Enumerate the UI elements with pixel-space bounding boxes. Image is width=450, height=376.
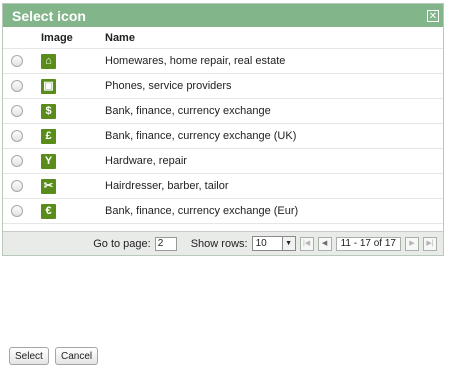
rows-per-page-value: 10	[255, 238, 267, 249]
cancel-button[interactable]: Cancel	[55, 347, 99, 365]
wrench-icon: Y	[41, 153, 56, 169]
house-icon: ⌂	[41, 53, 56, 69]
table-header-row: Image Name	[3, 27, 443, 49]
table-row[interactable]: ▣ Phones, service providers	[3, 73, 443, 99]
radio-column-header	[3, 27, 31, 49]
next-page-icon[interactable]: ▶	[405, 236, 419, 251]
row-name: Phones, service providers	[105, 73, 443, 99]
table-row[interactable]: ⌂ Homewares, home repair, real estate	[3, 48, 443, 74]
page-range-text: 11 - 17 of 17	[335, 236, 401, 251]
pound-icon: £	[41, 128, 56, 144]
scissors-icon: ✂	[41, 178, 56, 194]
row-radio[interactable]	[11, 130, 23, 143]
show-rows-label: Show rows:	[190, 237, 248, 250]
previous-page-icon[interactable]: ◀	[317, 236, 332, 251]
select-icon-dialog: Select icon ✕ Image Name ⌂ Homewares, ho…	[2, 3, 444, 256]
first-page-icon[interactable]: |◀	[299, 236, 314, 251]
icon-table: Image Name ⌂ Homewares, home repair, rea…	[3, 27, 443, 224]
row-name: Hardware, repair	[105, 148, 443, 174]
row-radio[interactable]	[11, 205, 23, 218]
chevron-down-icon[interactable]: ▼	[281, 237, 295, 250]
row-radio[interactable]	[11, 80, 23, 93]
go-to-page-label: Go to page:	[93, 237, 151, 250]
row-name: Bank, finance, currency exchange (Eur)	[105, 198, 443, 224]
image-column-header: Image	[31, 27, 105, 49]
row-radio[interactable]	[11, 180, 23, 193]
row-radio[interactable]	[11, 55, 23, 68]
euro-icon: €	[41, 203, 56, 219]
last-page-icon[interactable]: ▶|	[423, 236, 437, 251]
table-row[interactable]: Y Hardware, repair	[3, 148, 443, 174]
row-radio[interactable]	[11, 105, 23, 118]
row-name: Bank, finance, currency exchange	[105, 98, 443, 124]
close-icon[interactable]: ✕	[427, 9, 439, 22]
table-row[interactable]: $ Bank, finance, currency exchange	[3, 98, 443, 124]
pagination-bar: Go to page: 2 Show rows: 10 ▼ |◀ ◀ 11 - …	[3, 231, 443, 255]
dialog-title: Select icon	[12, 7, 86, 24]
row-name: Bank, finance, currency exchange (UK)	[105, 123, 443, 149]
select-button[interactable]: Select	[9, 347, 49, 365]
row-name: Homewares, home repair, real estate	[105, 48, 443, 74]
row-radio[interactable]	[11, 155, 23, 168]
rows-per-page-select[interactable]: 10 ▼	[251, 236, 296, 251]
page-number-input[interactable]: 2	[154, 236, 177, 251]
phone-icon: ▣	[41, 78, 56, 94]
name-column-header: Name	[105, 27, 443, 49]
table-row[interactable]: € Bank, finance, currency exchange (Eur)	[3, 198, 443, 224]
dollar-icon: $	[41, 103, 56, 119]
row-name: Hairdresser, barber, tailor	[105, 173, 443, 199]
table-row[interactable]: £ Bank, finance, currency exchange (UK)	[3, 123, 443, 149]
table-row[interactable]: ✂ Hairdresser, barber, tailor	[3, 173, 443, 199]
dialog-titlebar: Select icon ✕	[3, 4, 443, 27]
